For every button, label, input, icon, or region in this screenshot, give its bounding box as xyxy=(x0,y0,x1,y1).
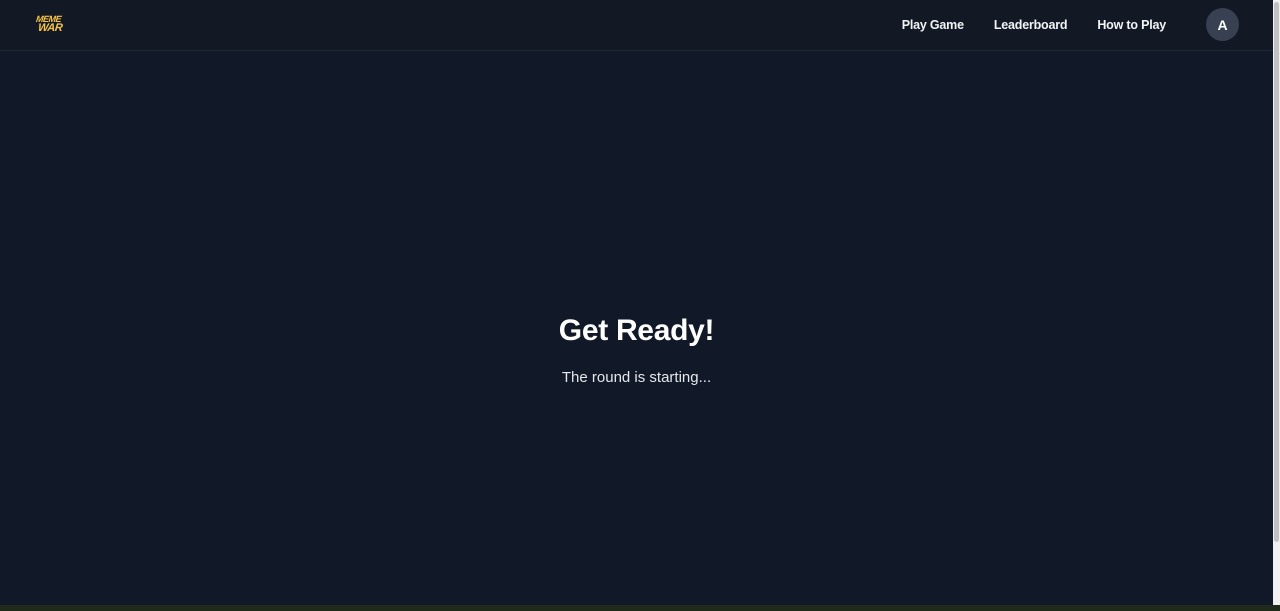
round-status: Get Ready! The round is starting... xyxy=(0,312,1273,388)
scrollbar-thumb[interactable] xyxy=(1274,2,1279,542)
nav-links: Play Game Leaderboard How to Play xyxy=(902,0,1167,50)
logo-text-line2: WAR xyxy=(37,21,63,34)
top-navbar: MEME WAR Play Game Leaderboard How to Pl… xyxy=(0,0,1273,51)
status-message: The round is starting... xyxy=(561,369,712,386)
nav-leaderboard[interactable]: Leaderboard xyxy=(994,18,1068,32)
nav-play-game[interactable]: Play Game xyxy=(902,18,964,32)
nav-how-to-play[interactable]: How to Play xyxy=(1097,18,1166,32)
user-avatar[interactable]: A xyxy=(1206,8,1239,41)
meme-war-logo[interactable]: MEME WAR xyxy=(36,12,64,36)
bottom-edge-strip xyxy=(0,605,1280,611)
page: MEME WAR Play Game Leaderboard How to Pl… xyxy=(0,0,1280,611)
page-title: Get Ready! xyxy=(558,314,715,347)
scrollbar[interactable] xyxy=(1273,0,1280,605)
